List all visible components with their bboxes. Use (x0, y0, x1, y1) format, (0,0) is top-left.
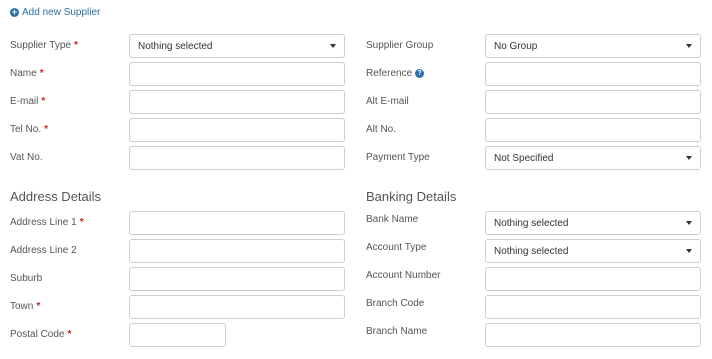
reference-label: Reference? (366, 68, 425, 79)
add-new-supplier-link[interactable]: + Add new Supplier (10, 7, 100, 18)
address-line2-input[interactable] (129, 239, 345, 263)
address-line2-label: Address Line 2 (10, 245, 77, 256)
bank-name-select[interactable]: Nothing selected (485, 211, 701, 235)
bank-name-label: Bank Name (366, 214, 418, 225)
chevron-down-icon (686, 156, 692, 160)
town-label-text: Town (10, 301, 34, 312)
suburb-input[interactable] (129, 267, 345, 291)
chevron-down-icon (686, 221, 692, 225)
alt-email-input[interactable] (485, 90, 701, 114)
branch-name-label-text: Branch Name (366, 326, 428, 337)
account-type-value: Nothing selected (494, 245, 569, 257)
supplier-group-select[interactable]: No Group (485, 34, 701, 58)
vat-label: Vat No. (10, 152, 43, 163)
branch-code-label-text: Branch Code (366, 298, 425, 309)
account-number-input[interactable] (485, 267, 701, 291)
branch-code-input[interactable] (485, 295, 701, 319)
payment-type-label-text: Payment Type (366, 152, 430, 163)
supplier-group-label-text: Supplier Group (366, 40, 434, 51)
chevron-down-icon (686, 44, 692, 48)
supplier-type-label: Supplier Type * (10, 40, 78, 51)
supplier-group-label: Supplier Group (366, 40, 433, 51)
email-input[interactable] (129, 90, 345, 114)
supplier-type-label-text: Supplier Type (10, 40, 71, 51)
supplier-type-select[interactable]: Nothing selected (129, 34, 345, 58)
town-label: Town * (10, 301, 40, 312)
alt-email-label-text: Alt E-mail (366, 96, 409, 107)
address-details-title: Address Details (10, 189, 102, 204)
branch-name-label: Branch Name (366, 326, 427, 337)
banking-details-title: Banking Details (366, 189, 457, 204)
name-label-text: Name (10, 68, 37, 79)
account-type-select[interactable]: Nothing selected (485, 239, 701, 263)
postal-code-input[interactable] (129, 323, 226, 347)
tel-label: Tel No. * (10, 124, 48, 135)
question-circle-icon[interactable]: ? (415, 68, 425, 78)
vat-label-text: Vat No. (10, 152, 43, 163)
address-line1-input[interactable] (129, 211, 345, 235)
town-input[interactable] (129, 295, 345, 319)
suburb-label: Suburb (10, 273, 42, 284)
address-line2-label-text: Address Line 2 (10, 245, 77, 256)
address-line1-label: Address Line 1 * (10, 217, 84, 228)
alt-email-label: Alt E-mail (366, 96, 409, 107)
alt-no-label-text: Alt No. (366, 124, 397, 135)
bank-name-label-text: Bank Name (366, 214, 419, 225)
required-marker: * (36, 301, 41, 312)
chevron-down-icon (686, 249, 692, 253)
supplier-type-value: Nothing selected (138, 40, 213, 52)
suburb-label-text: Suburb (10, 273, 43, 284)
alt-no-input[interactable] (485, 118, 701, 142)
required-marker: * (39, 68, 44, 79)
account-type-label: Account Type (366, 242, 426, 253)
payment-type-label: Payment Type (366, 152, 430, 163)
email-label-text: E-mail (10, 96, 39, 107)
alt-no-label: Alt No. (366, 124, 396, 135)
account-type-label-text: Account Type (366, 242, 427, 253)
payment-type-select[interactable]: Not Specified (485, 146, 701, 170)
reference-label-text: Reference (366, 68, 413, 79)
payment-type-value: Not Specified (494, 152, 554, 164)
plus-circle-icon: + (10, 7, 19, 17)
name-label: Name * (10, 68, 44, 79)
address-line1-label-text: Address Line 1 (10, 217, 77, 228)
chevron-down-icon (330, 44, 336, 48)
required-marker: * (67, 329, 72, 340)
required-marker: * (79, 217, 84, 228)
branch-name-input[interactable] (485, 323, 701, 347)
supplier-group-value: No Group (494, 40, 538, 52)
vat-input[interactable] (129, 146, 345, 170)
add-new-supplier-label: Add new Supplier (22, 7, 101, 18)
bank-name-value: Nothing selected (494, 217, 569, 229)
required-marker: * (41, 96, 46, 107)
branch-code-label: Branch Code (366, 298, 424, 309)
name-input[interactable] (129, 62, 345, 86)
required-marker: * (73, 40, 78, 51)
account-number-label-text: Account Number (366, 270, 441, 281)
reference-input[interactable] (485, 62, 701, 86)
tel-input[interactable] (129, 118, 345, 142)
email-label: E-mail * (10, 96, 45, 107)
postal-code-label-text: Postal Code (10, 329, 65, 340)
tel-label-text: Tel No. (10, 124, 42, 135)
postal-code-label: Postal Code * (10, 329, 71, 340)
required-marker: * (44, 124, 49, 135)
account-number-label: Account Number (366, 270, 440, 281)
